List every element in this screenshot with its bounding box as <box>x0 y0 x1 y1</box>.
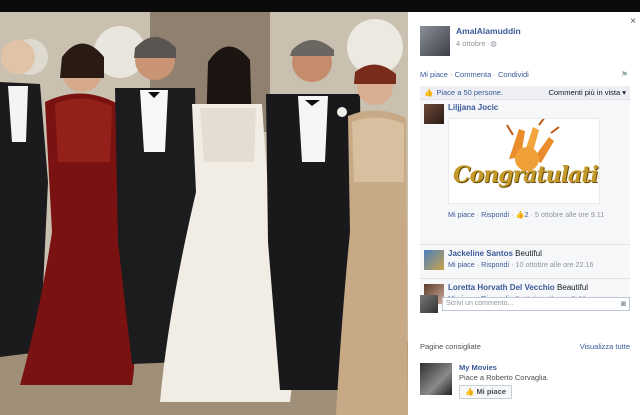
comment-text: Beutiful <box>515 249 542 258</box>
suggested-page: My Movies Piace a Roberto Corvaglia. 👍 M… <box>420 363 630 400</box>
comment-body: Liljjana Jocic Congratulation Mi piace · <box>448 103 626 220</box>
divider <box>420 244 630 245</box>
comment-meta: Mi piace · Rispondi · 10 ottobre alle or… <box>448 259 594 269</box>
comment-order-dropdown[interactable]: Commenti più in vista ▾ <box>548 88 626 97</box>
commenter-name[interactable]: Loretta Horvath Del Vecchio <box>448 283 555 292</box>
commenter-name[interactable]: Jackeline Santos <box>448 249 513 258</box>
comments-list: Liljjana Jocic Congratulation Mi piace · <box>420 100 630 308</box>
close-icon[interactable]: × <box>630 16 636 27</box>
comment-like-link[interactable]: Mi piace <box>448 260 475 269</box>
comment-reply-link[interactable]: Rispondi <box>481 210 509 219</box>
share-link[interactable]: Condividi <box>498 70 529 79</box>
suggested-pages-heading: Pagine consigliate <box>420 342 481 351</box>
commenter-avatar[interactable] <box>424 250 444 270</box>
post-side-panel: × AmalAlamuddin 4 ottobre ·◍ Mi piace · … <box>408 12 640 415</box>
flag-icon[interactable]: ⚑ <box>621 70 628 79</box>
comment-input-placeholder: Scrivi un commento... <box>446 300 514 307</box>
see-all-link[interactable]: Visualizza tutte <box>580 342 630 351</box>
suggested-pages-header: Pagine consigliate Visualizza tutte <box>420 342 630 351</box>
thumbs-up-icon: 👍 <box>465 387 475 397</box>
comment-reply-link[interactable]: Rispondi <box>481 260 509 269</box>
author-meta: AmalAlamuddin 4 ottobre ·◍ <box>456 26 521 56</box>
comment-item: Liljjana Jocic Congratulation Mi piace · <box>420 100 630 244</box>
page-avatar[interactable] <box>420 363 452 395</box>
wedding-photo[interactable] <box>0 12 408 415</box>
divider <box>420 278 630 279</box>
likes-bar: 👍 Piace a 50 persone. Commenti più in vi… <box>420 86 630 100</box>
top-bar <box>0 0 640 12</box>
post-date-text[interactable]: 4 ottobre <box>456 39 486 48</box>
comment-time[interactable]: 5 ottobre alle ore 9.11 <box>535 210 604 219</box>
comment-time[interactable]: 10 ottobre alle ore 22.16 <box>516 260 594 269</box>
post-date: 4 ottobre ·◍ <box>456 39 521 48</box>
camera-icon[interactable]: ◙ <box>621 299 626 308</box>
page-like-label: Mi piace <box>476 387 507 397</box>
comment-input[interactable]: Scrivi un commento... ◙ <box>442 297 630 311</box>
write-comment: Scrivi un commento... ◙ <box>420 295 630 313</box>
page-name[interactable]: My Movies <box>459 363 549 373</box>
post-author: AmalAlamuddin 4 ottobre ·◍ <box>420 26 521 56</box>
separator: · <box>450 70 453 79</box>
comment-text: Beautiful <box>556 283 589 292</box>
separator: · <box>493 70 496 79</box>
globe-icon: ·◍ <box>487 39 497 48</box>
commenter-name[interactable]: Liljjana Jocic <box>448 103 626 114</box>
like-link[interactable]: Mi piace <box>420 70 448 79</box>
post-actions: Mi piace · Commenta · Condividi <box>420 70 529 79</box>
comment-body: Jackeline Santos Beutiful Mi piace · Ris… <box>448 249 626 270</box>
page-like-button[interactable]: 👍 Mi piace <box>459 385 513 400</box>
commenter-avatar[interactable] <box>424 104 444 124</box>
comment-meta: Mi piace · Rispondi · 👍2 · 5 ottobre all… <box>448 209 605 219</box>
page-social-context: Piace a Roberto Corvaglia. <box>459 373 549 383</box>
thumbs-up-icon: 👍 <box>424 88 434 97</box>
comment-link[interactable]: Commenta <box>455 70 492 79</box>
comment-item: Jackeline Santos Beutiful Mi piace · Ris… <box>420 246 630 278</box>
comment-image[interactable]: Congratulation <box>448 117 600 204</box>
comment-likes-count: 2 <box>524 209 529 219</box>
photo-viewer: × AmalAlamuddin 4 ottobre ·◍ Mi piace · … <box>0 0 640 415</box>
author-avatar[interactable] <box>420 26 450 56</box>
congratulation-text: Congratulation <box>453 161 599 188</box>
likes-count-text[interactable]: Piace a 50 persone. <box>436 88 503 97</box>
comment-likes[interactable]: 👍2 <box>516 210 529 219</box>
current-user-avatar <box>420 295 438 313</box>
author-name[interactable]: AmalAlamuddin <box>456 26 521 36</box>
comment-like-link[interactable]: Mi piace <box>448 210 475 219</box>
photo-illustration <box>0 12 408 415</box>
page-meta: My Movies Piace a Roberto Corvaglia. 👍 M… <box>459 363 549 400</box>
